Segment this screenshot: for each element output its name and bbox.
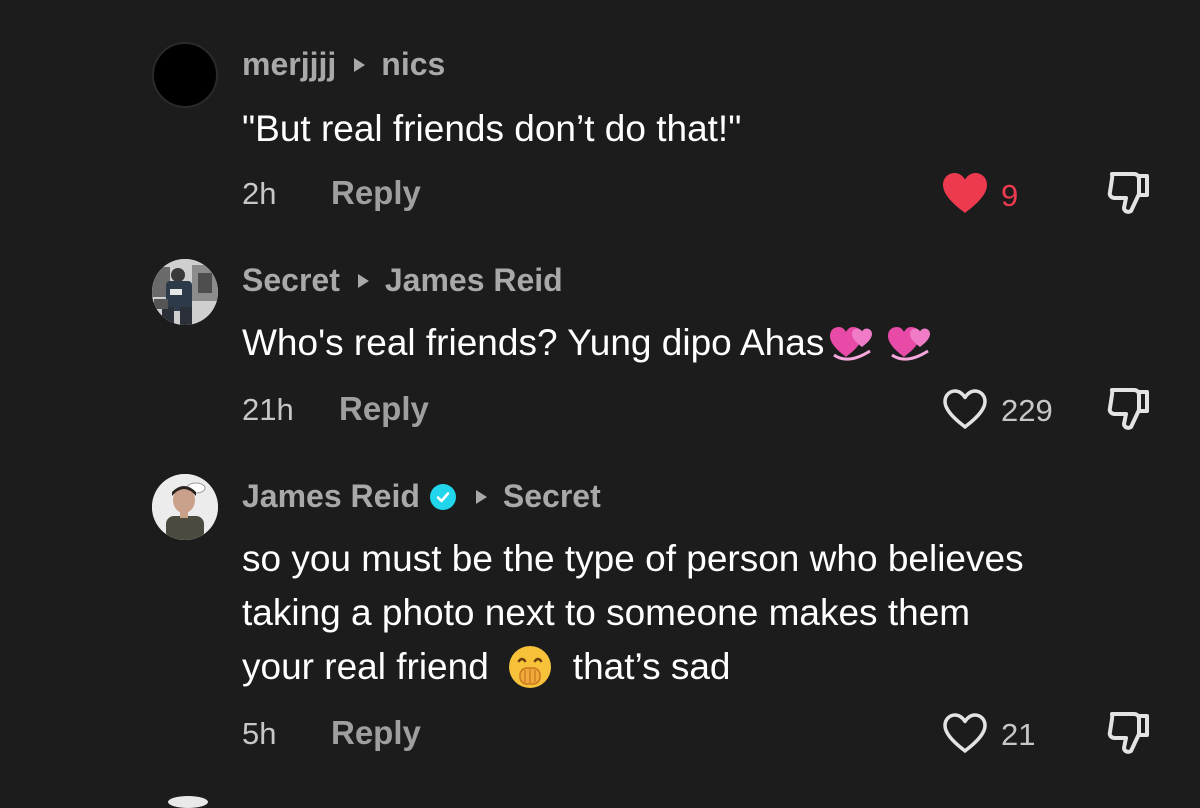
avatar-image <box>152 259 218 325</box>
comment-author[interactable]: James Reid <box>242 478 420 515</box>
comment-author[interactable]: Secret <box>242 262 340 299</box>
comment-text-row: Who's real friends? Yung dipo Ahas <box>242 316 1182 370</box>
comment-meta: Secret James Reid <box>242 262 563 299</box>
reply-target[interactable]: James Reid <box>385 262 563 299</box>
comment-time: 21h <box>242 392 294 427</box>
caret-right-icon <box>475 489 487 504</box>
reply-target[interactable]: Secret <box>503 478 601 515</box>
reply-button[interactable]: Reply <box>331 174 421 212</box>
revolving-hearts-emoji <box>888 327 931 361</box>
next-avatar-partial <box>168 796 208 808</box>
caret-right-icon <box>354 57 366 72</box>
avatar[interactable] <box>152 259 218 325</box>
comment-time: 2h <box>242 176 277 211</box>
avatar[interactable] <box>152 42 218 108</box>
comment-text-segment: your real friend <box>242 646 489 687</box>
heart-icon[interactable] <box>941 171 989 215</box>
comment-text: "But real friends don’t do that!" <box>242 108 742 149</box>
comment-meta: merjjjj nics <box>242 46 445 83</box>
face-with-hand-over-mouth-emoji <box>508 646 551 688</box>
like-count: 229 <box>1001 393 1053 428</box>
avatar[interactable] <box>152 474 218 540</box>
thumbs-down-icon[interactable] <box>1104 384 1154 432</box>
revolving-hearts-emoji <box>830 327 873 361</box>
comment-text-line: so you must be the type of person who be… <box>242 538 1024 579</box>
comment-author[interactable]: merjjjj <box>242 46 336 83</box>
reply-target[interactable]: nics <box>381 46 445 83</box>
comment-text-line: taking a photo next to someone makes the… <box>242 592 971 633</box>
thumbs-down-icon[interactable] <box>1104 708 1154 756</box>
thumbs-down-icon[interactable] <box>1104 168 1154 216</box>
reply-button[interactable]: Reply <box>331 714 421 752</box>
reply-button[interactable]: Reply <box>339 390 429 428</box>
comment-text-line: your real friend that’s sad <box>242 640 1182 694</box>
avatar-image <box>152 474 218 540</box>
comment-text: so you must be the type of person who be… <box>242 532 1182 694</box>
heart-icon[interactable] <box>941 711 989 755</box>
caret-right-icon <box>357 273 369 288</box>
heart-icon[interactable] <box>941 387 989 431</box>
comment-time: 5h <box>242 716 277 751</box>
like-count: 21 <box>1001 717 1036 752</box>
like-count: 9 <box>1001 178 1019 213</box>
comment-meta: James Reid Secret <box>242 478 601 515</box>
comment-text-segment: that’s sad <box>572 646 731 687</box>
comment-text: Who's real friends? Yung dipo Ahas <box>242 322 825 363</box>
verified-badge-icon <box>429 483 456 510</box>
